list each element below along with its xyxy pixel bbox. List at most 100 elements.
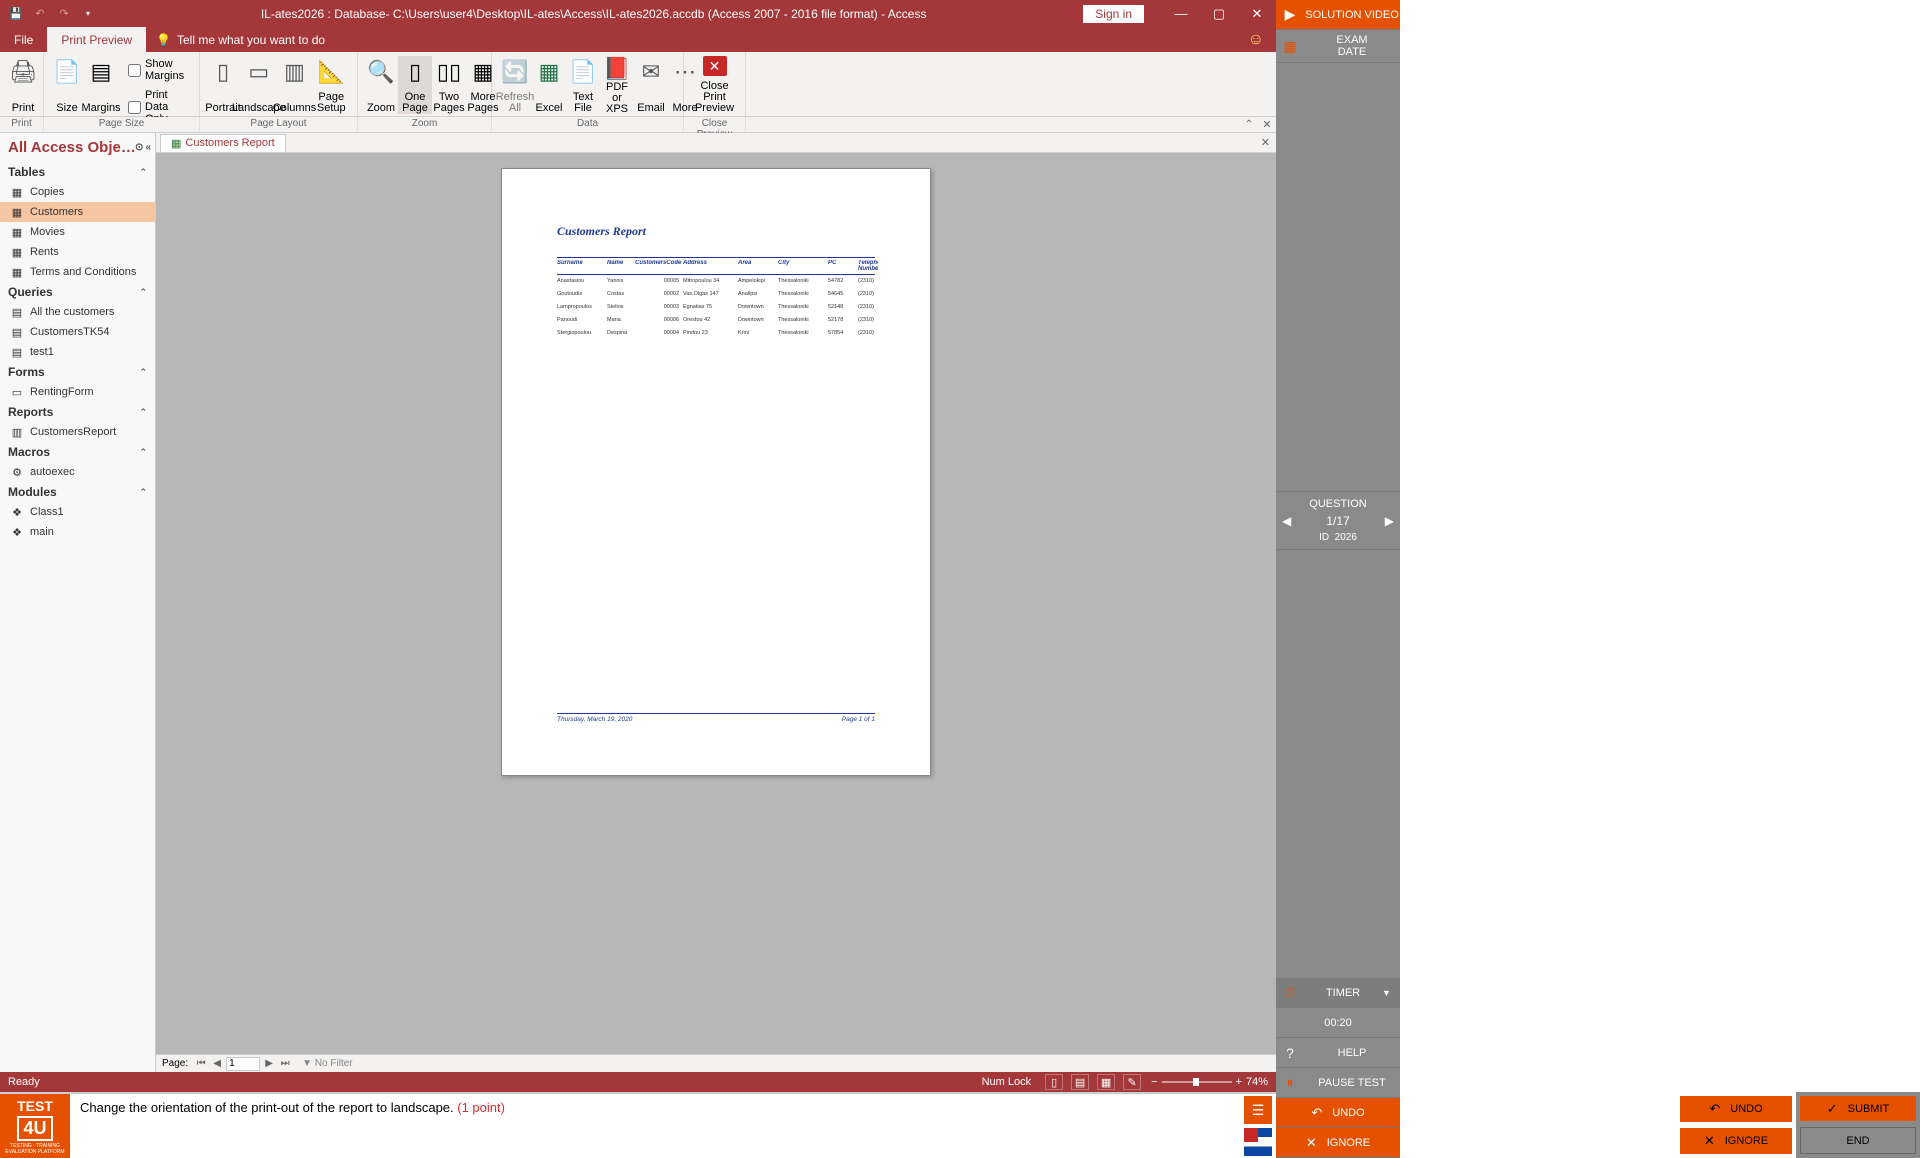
prev-question-button[interactable]: ◀ bbox=[1282, 514, 1291, 528]
save-icon[interactable]: 💾 bbox=[8, 6, 24, 22]
nav-search-icon[interactable]: ⊙ bbox=[135, 142, 143, 153]
view-layout-button[interactable]: ▦ bbox=[1097, 1074, 1115, 1090]
nav-item[interactable]: ⚙autoexec bbox=[0, 462, 155, 482]
end-button[interactable]: END bbox=[1800, 1127, 1916, 1154]
flag-icon[interactable] bbox=[1244, 1128, 1272, 1156]
minimize-button[interactable]: — bbox=[1162, 0, 1200, 27]
zoom-control[interactable]: − + 74% bbox=[1151, 1076, 1268, 1088]
zoom-slider[interactable] bbox=[1162, 1081, 1232, 1083]
tab-file[interactable]: File bbox=[0, 27, 47, 52]
print-button[interactable]: 🖨Print bbox=[6, 56, 40, 114]
zoom-out-icon[interactable]: − bbox=[1151, 1076, 1157, 1088]
table-icon: ▦ bbox=[10, 185, 24, 199]
nav-group-macros[interactable]: Macros⌃ bbox=[0, 442, 155, 462]
show-margins-checkbox[interactable]: Show Margins bbox=[124, 56, 188, 84]
pause-test-button[interactable]: ⏸ PAUSE TEST bbox=[1276, 1068, 1400, 1098]
view-print-button[interactable]: ▤ bbox=[1071, 1074, 1089, 1090]
ignore-side-button[interactable]: ✕IGNORE bbox=[1276, 1128, 1400, 1157]
tell-me-search[interactable]: 💡 Tell me what you want to do bbox=[146, 33, 335, 47]
solution-video-button[interactable]: ▶ SOLUTION VIDEO bbox=[1276, 0, 1400, 30]
magnifier-icon: 🔍 bbox=[365, 56, 397, 88]
doc-tabs-close-button[interactable]: ✕ bbox=[1258, 117, 1276, 132]
chevron-up-icon: ⌃ bbox=[139, 487, 147, 498]
last-page-button[interactable]: ⏭ bbox=[278, 1058, 292, 1069]
undo-button[interactable]: ↶UNDO bbox=[1680, 1096, 1792, 1122]
timer-row[interactable]: ⏱ TIMER ▼ bbox=[1276, 978, 1400, 1008]
restore-button[interactable]: ▢ bbox=[1200, 0, 1238, 27]
two-pages-button[interactable]: ▯▯Two Pages bbox=[432, 56, 466, 114]
undo-side-button[interactable]: ↶UNDO bbox=[1276, 1098, 1400, 1127]
help-button[interactable]: ? HELP bbox=[1276, 1038, 1400, 1068]
nav-item[interactable]: ▤All the customers bbox=[0, 302, 155, 322]
close-button[interactable]: ✕ bbox=[1238, 0, 1276, 27]
form-icon: ▭ bbox=[10, 385, 24, 399]
nav-item[interactable]: ▤CustomersTK54 bbox=[0, 322, 155, 342]
margins-button[interactable]: ▤Margins bbox=[84, 56, 118, 114]
nav-item[interactable]: ▦Customers bbox=[0, 202, 155, 222]
qat-dropdown-icon[interactable]: ▾ bbox=[80, 6, 96, 22]
prev-page-button[interactable]: ◀ bbox=[210, 1058, 224, 1069]
report-data-row: PanoudiMaria00006Orestou 42DowntownThess… bbox=[557, 314, 875, 327]
tab-print-preview[interactable]: Print Preview bbox=[47, 27, 146, 52]
text-file-button[interactable]: 📄Text File bbox=[566, 56, 600, 114]
first-page-button[interactable]: ⏮ bbox=[194, 1058, 208, 1069]
redo-icon[interactable]: ↷ bbox=[56, 6, 72, 22]
columns-icon: ▥ bbox=[279, 56, 311, 88]
zoom-in-icon[interactable]: + bbox=[1236, 1076, 1242, 1088]
nav-item[interactable]: ▦Copies bbox=[0, 182, 155, 202]
next-question-button[interactable]: ▶ bbox=[1385, 514, 1394, 528]
nav-item[interactable]: ▦Movies bbox=[0, 222, 155, 242]
nav-group-forms[interactable]: Forms⌃ bbox=[0, 362, 155, 382]
chevron-up-icon: ⌃ bbox=[139, 167, 147, 178]
feedback-smiley-icon[interactable]: ☺ bbox=[1248, 31, 1264, 49]
one-page-button[interactable]: ▯One Page bbox=[398, 56, 432, 114]
view-report-button[interactable]: ▯ bbox=[1045, 1074, 1063, 1090]
nav-item[interactable]: ▦Terms and Conditions bbox=[0, 262, 155, 282]
table-icon: ▦ bbox=[10, 265, 24, 279]
close-print-preview-button[interactable]: ✕Close Print Preview bbox=[690, 56, 739, 114]
ignore-button[interactable]: ✕IGNORE bbox=[1680, 1128, 1792, 1154]
view-design-button[interactable]: ✎ bbox=[1123, 1074, 1141, 1090]
close-preview-icon: ✕ bbox=[703, 56, 727, 76]
nav-group-queries[interactable]: Queries⌃ bbox=[0, 282, 155, 302]
group-label-page-size: Page Size bbox=[44, 117, 200, 132]
nav-item[interactable]: ❖Class1 bbox=[0, 502, 155, 522]
nav-group-reports[interactable]: Reports⌃ bbox=[0, 402, 155, 422]
exam-date-row: ▦ EXAMDATE bbox=[1276, 30, 1400, 63]
undo-arrow-icon: ↶ bbox=[1709, 1101, 1720, 1117]
next-page-button[interactable]: ▶ bbox=[262, 1058, 276, 1069]
page-setup-icon: 📐 bbox=[315, 56, 347, 88]
submit-button[interactable]: ✓SUBMIT bbox=[1800, 1096, 1916, 1121]
ribbon-collapse-button[interactable]: ⌃ bbox=[1240, 117, 1258, 132]
nav-item[interactable]: ▦Rents bbox=[0, 242, 155, 262]
nav-group-tables[interactable]: Tables⌃ bbox=[0, 162, 155, 182]
nav-item[interactable]: ▥CustomersReport bbox=[0, 422, 155, 442]
size-button[interactable]: 📄Size bbox=[50, 56, 84, 114]
zoom-value[interactable]: 74% bbox=[1246, 1076, 1268, 1088]
table-icon: ▦ bbox=[10, 205, 24, 219]
nav-item[interactable]: ▤test1 bbox=[0, 342, 155, 362]
nav-group-modules[interactable]: Modules⌃ bbox=[0, 482, 155, 502]
undo-icon[interactable]: ↶ bbox=[32, 6, 48, 22]
report-title: Customers Report bbox=[557, 224, 875, 239]
nav-pane-header[interactable]: All Access Obje… ⊙« bbox=[0, 133, 155, 162]
preview-canvas[interactable]: Customers Report Surname Name CustomersC… bbox=[156, 153, 1276, 1054]
document-tab-close-icon[interactable]: ✕ bbox=[1261, 136, 1270, 149]
page-number-input[interactable] bbox=[226, 1057, 260, 1071]
refresh-all-button[interactable]: 🔄Refresh All bbox=[498, 56, 532, 114]
nav-item[interactable]: ▭RentingForm bbox=[0, 382, 155, 402]
menu-icon[interactable]: ☰ bbox=[1244, 1096, 1272, 1124]
excel-button[interactable]: ▦Excel bbox=[532, 56, 566, 114]
email-button[interactable]: ✉Email bbox=[634, 56, 668, 114]
test4u-logo: TEST 4U TESTING · TRAININGEVALUATION PLA… bbox=[0, 1094, 70, 1158]
pdf-xps-button[interactable]: 📕PDF or XPS bbox=[600, 56, 634, 114]
columns-button[interactable]: ▥Columns bbox=[278, 56, 312, 114]
page-setup-button[interactable]: 📐Page Setup bbox=[312, 56, 352, 114]
nav-item[interactable]: ❖main bbox=[0, 522, 155, 542]
nav-collapse-icon[interactable]: « bbox=[145, 142, 151, 153]
document-tab[interactable]: ▦ Customers Report bbox=[160, 134, 286, 152]
chevron-up-icon: ⌃ bbox=[139, 367, 147, 378]
document-tab-bar: ▦ Customers Report ✕ bbox=[156, 133, 1276, 153]
zoom-button[interactable]: 🔍Zoom bbox=[364, 56, 398, 114]
signin-button[interactable]: Sign in bbox=[1083, 5, 1144, 23]
